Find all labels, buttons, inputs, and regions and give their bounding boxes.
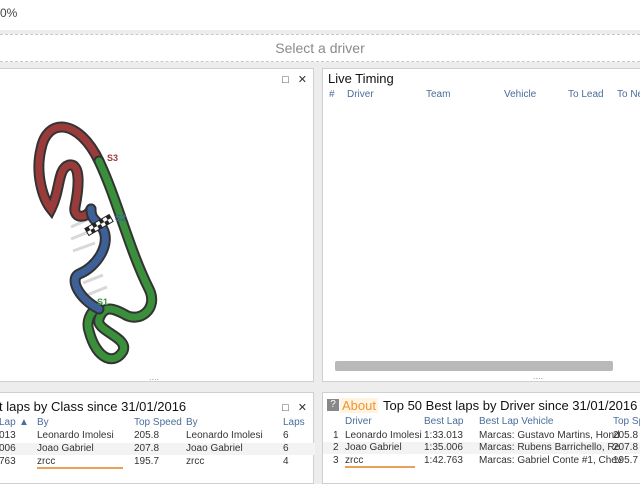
row2-top-speed[interactable]: 207.8 xyxy=(613,442,638,453)
live-timing-panel: Live Timing # Driver Team Vehicle To Lea… xyxy=(322,68,640,382)
row2-by[interactable]: Joao Gabriel xyxy=(37,443,94,454)
row1-number: 1 xyxy=(333,430,339,441)
driver-panel-title: Top 50 Best laps by Driver since 31/01/2… xyxy=(383,398,638,413)
about-link[interactable]: About xyxy=(340,398,378,413)
row2-best-lap[interactable]: 1:35.006 xyxy=(424,442,463,453)
col-header-by[interactable]: By xyxy=(37,417,49,428)
zoom-percent: 0% xyxy=(0,6,18,20)
row1-by-2[interactable]: Leonardo Imolesi xyxy=(186,430,263,441)
row1-top-speed[interactable]: 205.8 xyxy=(134,430,159,441)
help-icon[interactable]: ? xyxy=(327,399,339,411)
sector-1-label: S1 xyxy=(97,297,108,307)
col-header-best-lap[interactable]: Best Lap xyxy=(424,416,463,427)
row3-by-highlight xyxy=(37,467,123,469)
row3-by-2[interactable]: zrcc xyxy=(186,456,204,467)
row3-top-speed[interactable]: 195.7 xyxy=(134,456,159,467)
class-panel-controls: □ ✕ xyxy=(276,401,307,414)
resize-grip[interactable]: .... xyxy=(149,372,159,382)
row2-number: 2 xyxy=(333,442,339,453)
row3-number: 3 xyxy=(333,455,339,466)
scrollbar-thumb[interactable] xyxy=(335,361,613,371)
col-header-to-next[interactable]: To Ne xyxy=(617,89,640,100)
row2-lap[interactable]: 006 xyxy=(0,443,16,454)
close-icon[interactable]: ✕ xyxy=(298,402,307,414)
row3-vehicle[interactable]: Marcas: Gabriel Conte #1, Chev xyxy=(479,455,622,466)
row1-top-speed[interactable]: 205.8 xyxy=(613,430,638,441)
row2-top-speed[interactable]: 207.8 xyxy=(134,443,159,454)
sector-2-label: S2 xyxy=(115,213,126,223)
row3-driver-highlight xyxy=(345,466,415,468)
row3-top-speed[interactable]: 195.7 xyxy=(613,455,638,466)
horizontal-scrollbar[interactable] xyxy=(335,361,613,371)
row1-lap[interactable]: 013 xyxy=(0,430,16,441)
col-header-top-speed[interactable]: Top Sp xyxy=(613,416,640,427)
col-header-team[interactable]: Team xyxy=(426,89,450,100)
class-best-laps-panel: t laps by Class since 31/01/2016 □ ✕ Lap… xyxy=(0,392,315,484)
col-header-lap[interactable]: Lap xyxy=(0,417,16,428)
top-strip: 0% xyxy=(0,0,640,30)
row2-by-2[interactable]: Joao Gabriel xyxy=(186,443,243,454)
col-header-driver[interactable]: Driver xyxy=(347,89,374,100)
col-header-by-2[interactable]: By xyxy=(186,417,198,428)
col-header-driver[interactable]: Driver xyxy=(345,416,372,427)
row2-laps[interactable]: 6 xyxy=(283,443,289,454)
col-header-to-lead[interactable]: To Lead xyxy=(568,89,604,100)
live-timing-title: Live Timing xyxy=(328,71,394,86)
row1-vehicle[interactable]: Marcas: Gustavo Martins, Hond xyxy=(479,430,620,441)
select-driver-bar[interactable]: Select a driver xyxy=(0,34,640,62)
row3-lap[interactable]: 763 xyxy=(0,456,16,467)
track-map: S3 S2 S1 xyxy=(33,121,158,365)
col-header-number[interactable]: # xyxy=(329,89,335,100)
row3-best-lap[interactable]: 1:42.763 xyxy=(424,455,463,466)
col-header-best-lap-vehicle[interactable]: Best Lap Vehicle xyxy=(479,416,554,427)
row2-driver[interactable]: Joao Gabriel xyxy=(345,442,402,453)
row3-by[interactable]: zrcc xyxy=(37,456,55,467)
resize-grip[interactable]: .... xyxy=(533,371,543,381)
row3-driver[interactable]: zrcc xyxy=(345,455,363,466)
track-map-panel: □ ✕ S3 S2 S1 .... xyxy=(0,68,314,382)
restore-icon[interactable]: □ xyxy=(282,402,289,414)
row3-laps[interactable]: 4 xyxy=(283,456,289,467)
row1-by[interactable]: Leonardo Imolesi xyxy=(37,430,114,441)
col-header-vehicle[interactable]: Vehicle xyxy=(504,89,536,100)
row2-vehicle[interactable]: Marcas: Rubens Barrichello, Re xyxy=(479,442,620,453)
sector-3-label: S3 xyxy=(107,153,118,163)
row1-best-lap[interactable]: 1:33.013 xyxy=(424,430,463,441)
col-header-top-speed[interactable]: Top Speed xyxy=(134,417,182,428)
col-header-laps[interactable]: Laps xyxy=(283,417,305,428)
row1-driver[interactable]: Leonardo Imolesi xyxy=(345,430,422,441)
class-panel-title: t laps by Class since 31/01/2016 xyxy=(0,399,187,414)
sort-asc-icon[interactable]: ▲ xyxy=(19,417,29,428)
row1-laps[interactable]: 6 xyxy=(283,430,289,441)
